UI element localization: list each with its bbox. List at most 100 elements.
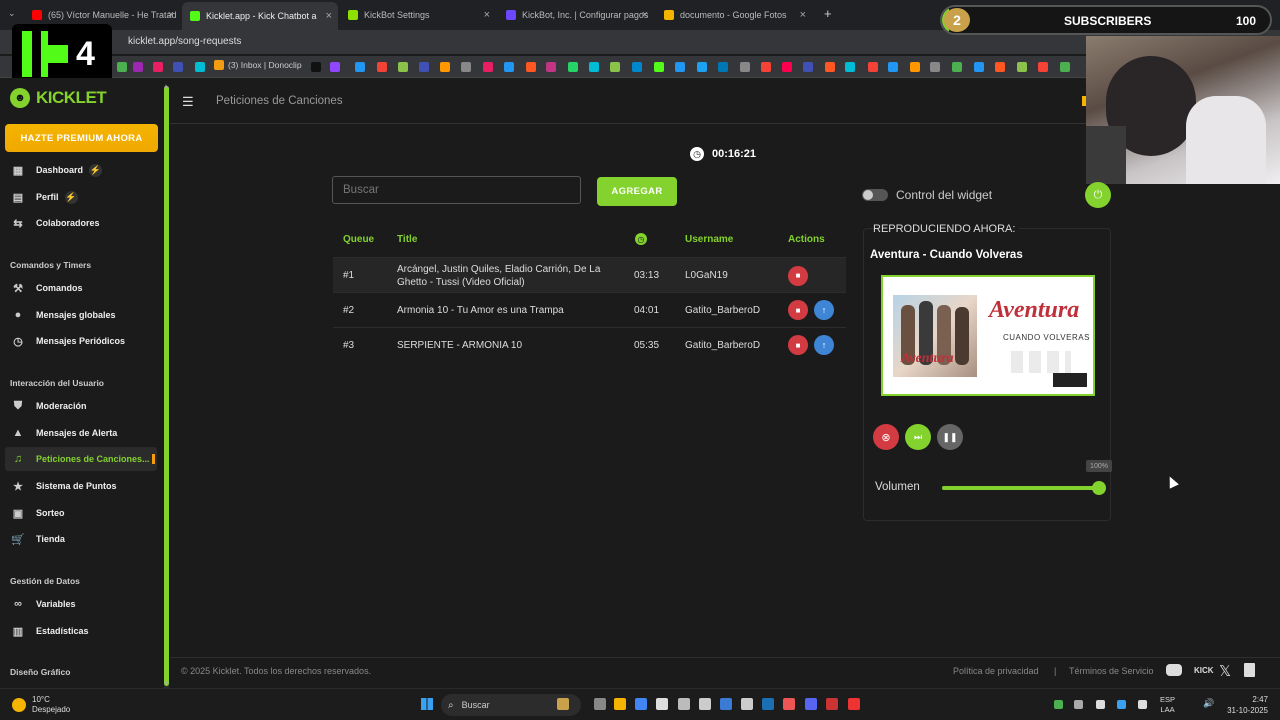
sidebar-item-collab[interactable]: ⇆ Colaboradores [5, 211, 157, 235]
sidebar-item-shield[interactable]: ⛊ Moderación [5, 394, 157, 418]
bookmark-favicon-icon[interactable] [483, 62, 493, 72]
taskbar-app-icon[interactable] [762, 698, 774, 710]
bookmark-favicon-icon[interactable] [398, 62, 408, 72]
sidebar-item-link[interactable]: ∞ Variables [5, 592, 157, 616]
bookmark-favicon-icon[interactable] [1038, 62, 1048, 72]
taskbar-app-icon[interactable] [720, 698, 732, 710]
taskbar-app-icon[interactable] [635, 698, 647, 710]
bookmark-favicon-icon[interactable] [930, 62, 940, 72]
delete-button[interactable]: ■ [788, 265, 808, 286]
move-up-button[interactable]: ↑ [814, 300, 834, 320]
bookmark-favicon-icon[interactable] [461, 62, 471, 72]
bookmark-favicon-icon[interactable] [761, 62, 771, 72]
sidebar-item-dashboard[interactable]: ▦ Dashboard ⚡ [5, 158, 157, 182]
search-input[interactable] [332, 176, 581, 204]
close-tab-icon[interactable]: × [642, 9, 648, 21]
bookmark-favicon-icon[interactable] [825, 62, 835, 72]
bookmark-favicon-icon[interactable] [153, 62, 163, 72]
premium-button[interactable]: HAZTE PREMIUM AHORA [5, 124, 158, 152]
bookmark-favicon-icon[interactable] [526, 62, 536, 72]
sidebar-item-profile[interactable]: ▤ Perfil ⚡ [5, 185, 157, 209]
bookmark-favicon-icon[interactable] [868, 62, 878, 72]
bookmark-favicon-icon[interactable] [718, 62, 728, 72]
kicklet-brand[interactable]: ☻ KICKLET [10, 88, 107, 108]
system-tray-icon[interactable] [1096, 700, 1105, 709]
bookmark-favicon-icon[interactable] [1060, 62, 1070, 72]
close-tab-icon[interactable]: × [168, 9, 174, 21]
add-button[interactable]: AGREGAR [597, 177, 677, 206]
tab-kickbot-pagos[interactable]: KickBot, Inc. | Configurar pagos × [498, 4, 654, 26]
taskbar-app-icon[interactable] [848, 698, 860, 710]
system-tray-icon[interactable] [1117, 700, 1126, 709]
x-twitter-icon[interactable]: 𝕏 [1219, 662, 1231, 680]
bookmark-favicon-icon[interactable] [952, 62, 962, 72]
bookmark-favicon-icon[interactable] [504, 62, 514, 72]
clock-widget[interactable]: 2:47 31-10-2025 [1226, 694, 1268, 716]
bookmark-favicon-icon[interactable] [568, 62, 578, 72]
bookmark-favicon-icon[interactable] [589, 62, 599, 72]
sidebar-item-star[interactable]: ★ Sistema de Puntos [5, 474, 157, 498]
delete-button[interactable]: ■ [788, 300, 808, 320]
close-tab-icon[interactable]: × [800, 9, 806, 21]
bookmark-favicon-icon[interactable] [974, 62, 984, 72]
bookmark-favicon-icon[interactable] [440, 62, 450, 72]
taskbar-app-icon[interactable] [594, 698, 606, 710]
bookmark-favicon-icon[interactable] [610, 62, 620, 72]
bookmark-favicon-icon[interactable] [782, 62, 792, 72]
sidebar-item-alert[interactable]: ▲ Mensajes de Alerta [5, 421, 157, 445]
bookmark-favicon-icon[interactable] [1017, 62, 1027, 72]
bookmark-donoclip[interactable]: (3) Inbox | Donoclip [214, 60, 302, 70]
system-tray-icon[interactable] [1138, 700, 1147, 709]
bookmark-favicon-icon[interactable] [803, 62, 813, 72]
new-tab-button[interactable]: + [824, 6, 832, 21]
bookmark-favicon-icon[interactable] [195, 62, 205, 72]
bookmark-favicon-icon[interactable] [654, 62, 664, 72]
bookmark-favicon-icon[interactable] [311, 62, 321, 72]
widget-control-toggle[interactable] [862, 189, 888, 201]
url-field[interactable]: kicklet.app/song-requests [128, 36, 241, 47]
bookmark-favicon-icon[interactable] [546, 62, 556, 72]
document-icon[interactable] [1244, 663, 1255, 677]
system-tray-icon[interactable] [1074, 700, 1083, 709]
bookmark-favicon-icon[interactable] [675, 62, 685, 72]
kick-icon[interactable]: KICK [1194, 666, 1214, 675]
close-tab-icon[interactable]: × [326, 10, 332, 22]
bookmark-favicon-icon[interactable] [740, 62, 750, 72]
menu-toggle-icon[interactable]: ☰ [182, 94, 194, 110]
tab-kickbot-settings[interactable]: KickBot Settings × [340, 4, 496, 26]
sidebar-item-music[interactable]: ♫ Peticiones de Canciones... [5, 447, 157, 471]
terms-link[interactable]: Términos de Servicio [1069, 666, 1154, 676]
taskbar-app-icon[interactable] [826, 698, 838, 710]
volume-slider[interactable] [942, 486, 1099, 490]
bookmark-favicon-icon[interactable] [888, 62, 898, 72]
taskbar-app-icon[interactable] [805, 698, 817, 710]
taskbar-app-icon[interactable] [699, 698, 711, 710]
move-up-button[interactable]: ↑ [814, 335, 834, 355]
sidebar-item-chat[interactable]: ● Mensajes globales [5, 303, 157, 327]
bookmark-favicon-icon[interactable] [910, 62, 920, 72]
discord-icon[interactable] [1166, 664, 1182, 676]
bookmark-favicon-icon[interactable] [995, 62, 1005, 72]
delete-button[interactable]: ■ [788, 335, 808, 355]
tab-list-dropdown-icon[interactable]: ⌄ [8, 8, 16, 19]
language-indicator[interactable]: ESP LAA [1160, 695, 1175, 715]
taskbar-app-icon[interactable] [783, 698, 795, 710]
bookmark-favicon-icon[interactable] [355, 62, 365, 72]
bookmark-favicon-icon[interactable] [377, 62, 387, 72]
tab-google-fotos[interactable]: documento - Google Fotos × [656, 4, 812, 26]
sound-icon[interactable]: 🔊 [1203, 698, 1214, 709]
close-tab-icon[interactable]: × [484, 9, 490, 21]
sidebar-item-cart[interactable]: 🛒 Tienda [5, 527, 157, 551]
bookmark-favicon-icon[interactable] [419, 62, 429, 72]
taskbar-app-icon[interactable] [656, 698, 668, 710]
tab-kicklet[interactable]: Kicklet.app - Kick Chatbot a × [182, 2, 338, 30]
pause-button[interactable]: ❚❚ [937, 424, 963, 450]
sidebar-item-clock[interactable]: ◷ Mensajes Periódicos [5, 329, 157, 353]
volume-knob[interactable] [1092, 481, 1106, 495]
weather-widget[interactable]: 10°C Despejado [12, 695, 70, 715]
taskbar-app-icon[interactable] [557, 698, 569, 710]
taskbar-app-icon[interactable] [614, 698, 626, 710]
sidebar-item-hammer[interactable]: ⚒ Comandos [5, 276, 157, 300]
bookmark-favicon-icon[interactable] [133, 62, 143, 72]
bookmark-favicon-icon[interactable] [697, 62, 707, 72]
